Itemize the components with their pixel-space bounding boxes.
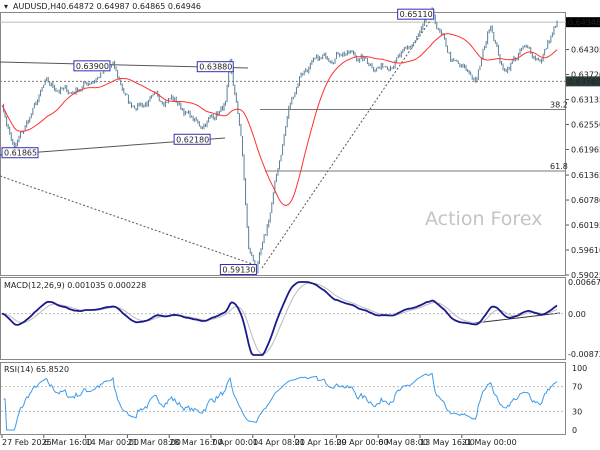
forex-chart[interactable]: ▾ AUDUSD,H4 0.64872 0.64987 0.64865 0.64… [0,0,600,450]
price-tick-label: 0.63135 [571,96,600,105]
time-tick-label: 7 Apr 00:00 [211,438,258,447]
price-annotation-label: 0.63880 [199,63,232,72]
time-tick-label: 21 May 00:00 [462,438,517,447]
fib-level-label: 61.8 [550,162,568,171]
price-annotation-label: 0.59130 [222,266,255,275]
price-panel[interactable] [0,12,566,276]
price-tick-label: 0.64305 [571,46,600,55]
macd-max-tick: 0.006675 [568,278,600,287]
rsi-label: RSI(14) 65.8520 [4,365,69,374]
price-tick-label: 0.61965 [571,145,600,154]
price-annotation-label: 0.62180 [176,135,209,144]
rsi-tick-label: 100 [572,364,587,373]
rsi-tick-label: 30 [572,407,582,416]
rsi-tick-label: 0 [572,426,577,435]
price-tick-label: 0.61365 [571,171,600,180]
price-annotation-label: 0.63900 [76,62,109,71]
ohlc-readout: 0.64872 0.64987 0.64865 0.64946 [61,2,201,11]
dropdown-arrow-icon[interactable]: ▾ [4,2,8,11]
macd-min-tick: -0.008724 [568,350,600,359]
symbol-label: AUDUSD,H4 [13,2,61,11]
rsi-tick-label: 70 [572,383,582,392]
macd-zero-tick: 0.00 [568,310,586,319]
support-price-tag-label: 0.63560 [568,77,600,86]
fib-level-label: 38.2 [550,101,568,110]
current-price-tag-label: 0.64946 [568,18,600,27]
price-annotation-label: 0.65110 [400,10,433,19]
price-tick-label: 0.60780 [571,196,600,205]
price-annotation-label: 0.61865 [4,149,37,158]
macd-label: MACD(12,26,9) 0.001035 0.000228 [4,281,146,290]
price-tick-label: 0.59610 [571,246,600,255]
price-tick-label: 0.60195 [571,221,600,230]
price-tick-label: 0.62550 [571,120,600,129]
watermark: Action Forex [425,208,542,230]
